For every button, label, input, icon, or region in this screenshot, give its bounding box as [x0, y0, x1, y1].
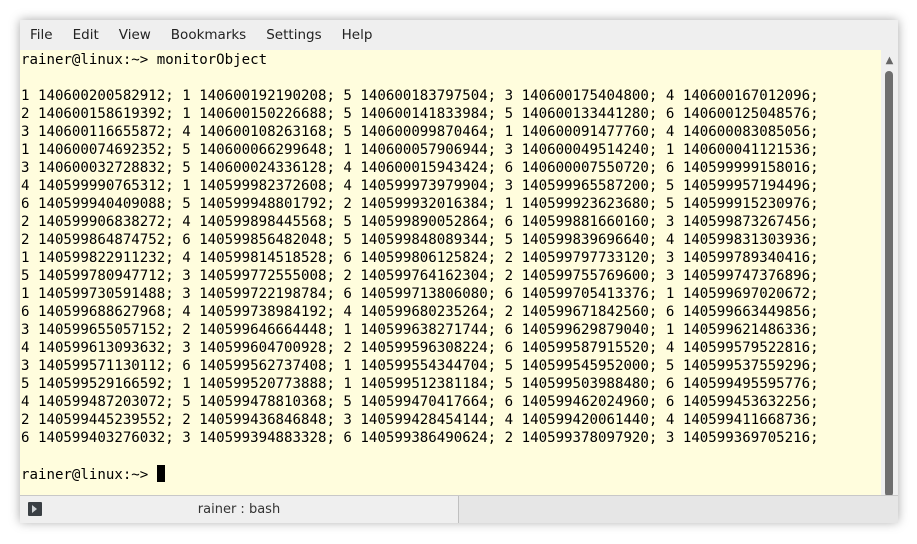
terminal-line: 1 140600074692352; 5 140600066299648; 1 …	[21, 142, 819, 158]
terminal-line: 3 140600116655872; 4 140600108263168; 5 …	[21, 124, 819, 140]
terminal-line: 2 140599906838272; 4 140599898445568; 5 …	[21, 214, 819, 230]
terminal-line: 2 140600158619392; 1 140600150226688; 5 …	[21, 106, 819, 122]
terminal-line: 6 140599688627968; 4 140599738984192; 4 …	[21, 304, 819, 320]
terminal-line: 2 140599864874752; 6 140599856482048; 5 …	[21, 232, 819, 248]
menu-settings[interactable]: Settings	[256, 20, 331, 50]
terminal-line: 2 140599445239552; 2 140599436846848; 3 …	[21, 412, 819, 428]
text-cursor	[156, 465, 165, 482]
terminal-line: 1 140599730591488; 3 140599722198784; 6 …	[21, 286, 819, 302]
terminal-line: 4 140599613093632; 3 140599604700928; 2 …	[21, 340, 819, 356]
scrollbar-thumb[interactable]	[885, 71, 893, 497]
terminal-line: 4 140599487203072; 5 140599478810368; 5 …	[21, 394, 819, 410]
terminal-area[interactable]: rainer@linux:~> monitorObject 1 14060020…	[20, 50, 881, 515]
menu-bookmarks[interactable]: Bookmarks	[161, 20, 256, 50]
tab-bar: rainer : bash	[20, 495, 898, 523]
scroll-up-arrow-icon[interactable]: ▲	[883, 54, 896, 68]
tab-bash-session[interactable]: rainer : bash	[20, 496, 459, 523]
vertical-scrollbar[interactable]: ▲ ▼	[881, 50, 898, 515]
terminal-output: rainer@linux:~> monitorObject 1 14060020…	[21, 51, 819, 484]
terminal-line: 1 140599822911232; 4 140599814518528; 6 …	[21, 250, 819, 266]
terminal-line: 3 140599571130112; 6 140599562737408; 1 …	[21, 358, 819, 374]
terminal-line: 3 140600032728832; 5 140600024336128; 4 …	[21, 160, 819, 176]
terminal-line: 6 140599403276032; 3 140599394883328; 6 …	[21, 430, 819, 446]
terminal-line: 4 140599990765312; 1 140599982372608; 4 …	[21, 178, 819, 194]
terminal-line: 6 140599940409088; 5 140599948801792; 2 …	[21, 196, 819, 212]
konsole-window: File Edit View Bookmarks Settings Help r…	[20, 20, 898, 523]
terminal-line: 3 140599655057152; 2 140599646664448; 1 …	[21, 322, 819, 338]
terminal-prompt: rainer@linux:~>	[21, 467, 157, 483]
tab-label: rainer : bash	[197, 502, 281, 517]
menu-edit[interactable]: Edit	[63, 20, 109, 50]
menu-help[interactable]: Help	[332, 20, 383, 50]
menu-view[interactable]: View	[109, 20, 161, 50]
menu-file[interactable]: File	[20, 20, 63, 50]
terminal-line: 1 140600200582912; 1 140600192190208; 5 …	[21, 88, 819, 104]
terminal-line: 5 140599529166592; 1 140599520773888; 1 …	[21, 376, 819, 392]
terminal-line: rainer@linux:~> monitorObject	[21, 52, 268, 68]
terminal-line: 5 140599780947712; 3 140599772555008; 2 …	[21, 268, 819, 284]
menubar: File Edit View Bookmarks Settings Help	[20, 20, 898, 50]
